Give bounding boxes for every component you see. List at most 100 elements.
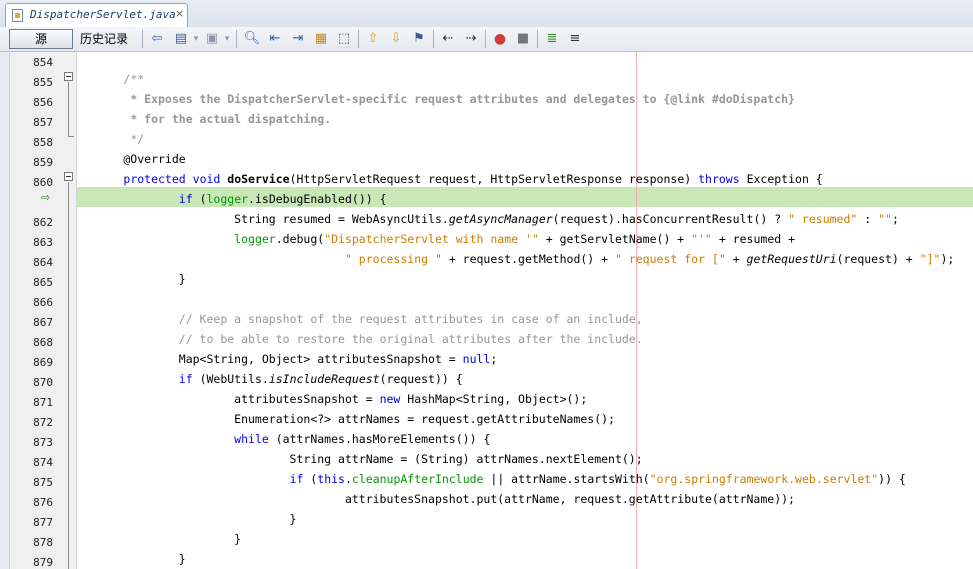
code-editor[interactable]: 854 855 856 857 858 859 860 862 863 864 865 866 867 8…: [0, 52, 973, 569]
toolbar-separator: [142, 30, 143, 48]
code-line[interactable]: if (this.cleanupAfterInclude || attrName…: [68, 469, 906, 489]
file-tab-label: DispatcherServlet.java: [30, 8, 176, 21]
code-line[interactable]: @Override: [68, 149, 185, 169]
code-line[interactable]: attributesSnapshot.put(attrName, request…: [68, 489, 795, 509]
find-icon[interactable]: 🔍︎: [243, 30, 261, 48]
line-number-gutter[interactable]: 854 855 856 857 858 859 860 862 863 864 865 866 867 8…: [10, 52, 77, 569]
toggle-highlight-icon[interactable]: ▦: [312, 30, 330, 48]
code-line[interactable]: // Keep a snapshot of the request attrib…: [68, 309, 643, 329]
line-number: 877: [33, 516, 53, 529]
record-macro-icon[interactable]: ●: [491, 30, 509, 48]
code-token: +: [725, 252, 747, 266]
line-number: 870: [33, 376, 53, 389]
code-line[interactable]: String resumed = WebAsyncUtils.getAsyncM…: [68, 209, 899, 229]
uncomment-icon[interactable]: ≡: [566, 30, 584, 48]
code-token: if: [289, 472, 304, 486]
code-line[interactable]: }: [68, 529, 241, 549]
code-token: isIncludeRequest: [268, 372, 380, 386]
toolbar-separator: [537, 30, 538, 48]
line-number: 879: [33, 556, 53, 569]
forward-history-icon[interactable]: ▤: [172, 30, 190, 48]
code-token: Map<String, Object> attributesSnapshot =: [68, 352, 463, 366]
toggle-bookmark-icon[interactable]: ⚑: [410, 30, 428, 48]
toolbar-separator: [485, 30, 486, 48]
line-number: 856: [33, 96, 53, 109]
dropdown-arrow-icon[interactable]: ▾: [222, 30, 232, 48]
code-token: while: [234, 432, 269, 446]
last-edit-icon[interactable]: ▣: [203, 30, 221, 48]
code-line[interactable]: // to be able to restore the original at…: [68, 329, 643, 349]
code-line[interactable]: Enumeration<?> attrNames = request.getAt…: [68, 409, 615, 429]
code-line[interactable]: /**: [68, 69, 144, 89]
code-token: }: [68, 272, 186, 286]
line-number: 857: [33, 116, 53, 129]
history-view-button[interactable]: 历史记录: [80, 29, 136, 49]
line-number: 854: [33, 56, 53, 69]
code-token: "'": [691, 232, 712, 246]
code-line[interactable]: if (WebUtils.isIncludeRequest(request)) …: [68, 369, 463, 389]
line-number: 863: [33, 236, 53, 249]
code-line[interactable]: logger.debug("DispatcherServlet with nam…: [68, 229, 795, 249]
find-next-icon[interactable]: ⇥: [289, 30, 307, 48]
line-number: 864: [33, 256, 53, 269]
file-tab[interactable]: DispatcherServlet.java ×: [5, 3, 188, 27]
code-token: )) {: [878, 472, 906, 486]
code-line[interactable]: */: [68, 129, 144, 149]
prev-bookmark-icon[interactable]: ⇧: [364, 30, 382, 48]
code-line[interactable]: }: [68, 549, 186, 569]
code-line[interactable]: * Exposes the DispatcherServlet-specific…: [68, 89, 795, 109]
toolbar-separator: [236, 30, 237, 48]
next-bookmark-icon[interactable]: ⇩: [387, 30, 405, 48]
code-token: "org.springframework.web.servlet": [649, 472, 879, 486]
code-token: (request)) {: [379, 372, 463, 386]
code-token: .debug(: [275, 232, 325, 246]
code-token: "DispatcherServlet with name '": [324, 232, 539, 246]
code-line[interactable]: while (attrNames.hasMoreElements()) {: [68, 429, 490, 449]
code-line[interactable]: String attrName = (String) attrNames.nex…: [68, 449, 643, 469]
editor-tab-bar: DispatcherServlet.java ×: [0, 0, 973, 28]
shift-left-icon[interactable]: ⇠: [439, 30, 457, 48]
line-number: 865: [33, 276, 53, 289]
toolbar-separator: [358, 30, 359, 48]
code-line[interactable]: Map<String, Object> attributesSnapshot =…: [68, 349, 498, 369]
rect-select-icon[interactable]: ⬚: [335, 30, 353, 48]
code-token: getRequestUri: [746, 252, 837, 266]
code-line[interactable]: attributesSnapshot = new HashMap<String,…: [68, 389, 587, 409]
code-line[interactable]: if (logger.isDebugEnabled()) {: [68, 189, 387, 209]
editor-side-strip: [0, 52, 10, 569]
code-token: logger: [234, 232, 276, 246]
close-tab-icon[interactable]: ×: [175, 7, 184, 20]
line-number: 855: [33, 76, 53, 89]
stop-macro-icon[interactable]: ■: [514, 30, 532, 48]
code-line[interactable]: }: [68, 509, 297, 529]
code-token: + resumed +: [711, 232, 796, 246]
code-line[interactable]: }: [68, 269, 186, 289]
code-token: " resumed": [788, 212, 858, 226]
dropdown-arrow-icon[interactable]: ▾: [191, 30, 201, 48]
code-token: (request).hasConcurrentResult() ?: [552, 212, 789, 226]
find-prev-icon[interactable]: ⇤: [266, 30, 284, 48]
code-line[interactable]: " processing " + request.getMethod() + "…: [68, 249, 954, 269]
code-line[interactable]: protected void doService(HttpServletRequ…: [68, 169, 822, 189]
back-history-icon[interactable]: ⇦: [148, 30, 166, 48]
code-token: }: [68, 512, 297, 526]
code-token: getAsyncManager: [448, 212, 553, 226]
code-line[interactable]: * for the actual dispatching.: [68, 109, 331, 129]
line-number: 875: [33, 476, 53, 489]
shift-right-icon[interactable]: ⇢: [462, 30, 480, 48]
source-view-button[interactable]: 源: [9, 29, 73, 49]
code-token: cleanupAfterInclude: [351, 472, 484, 486]
line-number: 859: [33, 156, 53, 169]
code-token: attributesSnapshot.put(attrName, request…: [68, 492, 795, 506]
comment-icon[interactable]: ≣: [543, 30, 561, 48]
line-number: 862: [33, 216, 53, 229]
code-token: .: [344, 472, 352, 486]
line-number: 860: [33, 176, 53, 189]
